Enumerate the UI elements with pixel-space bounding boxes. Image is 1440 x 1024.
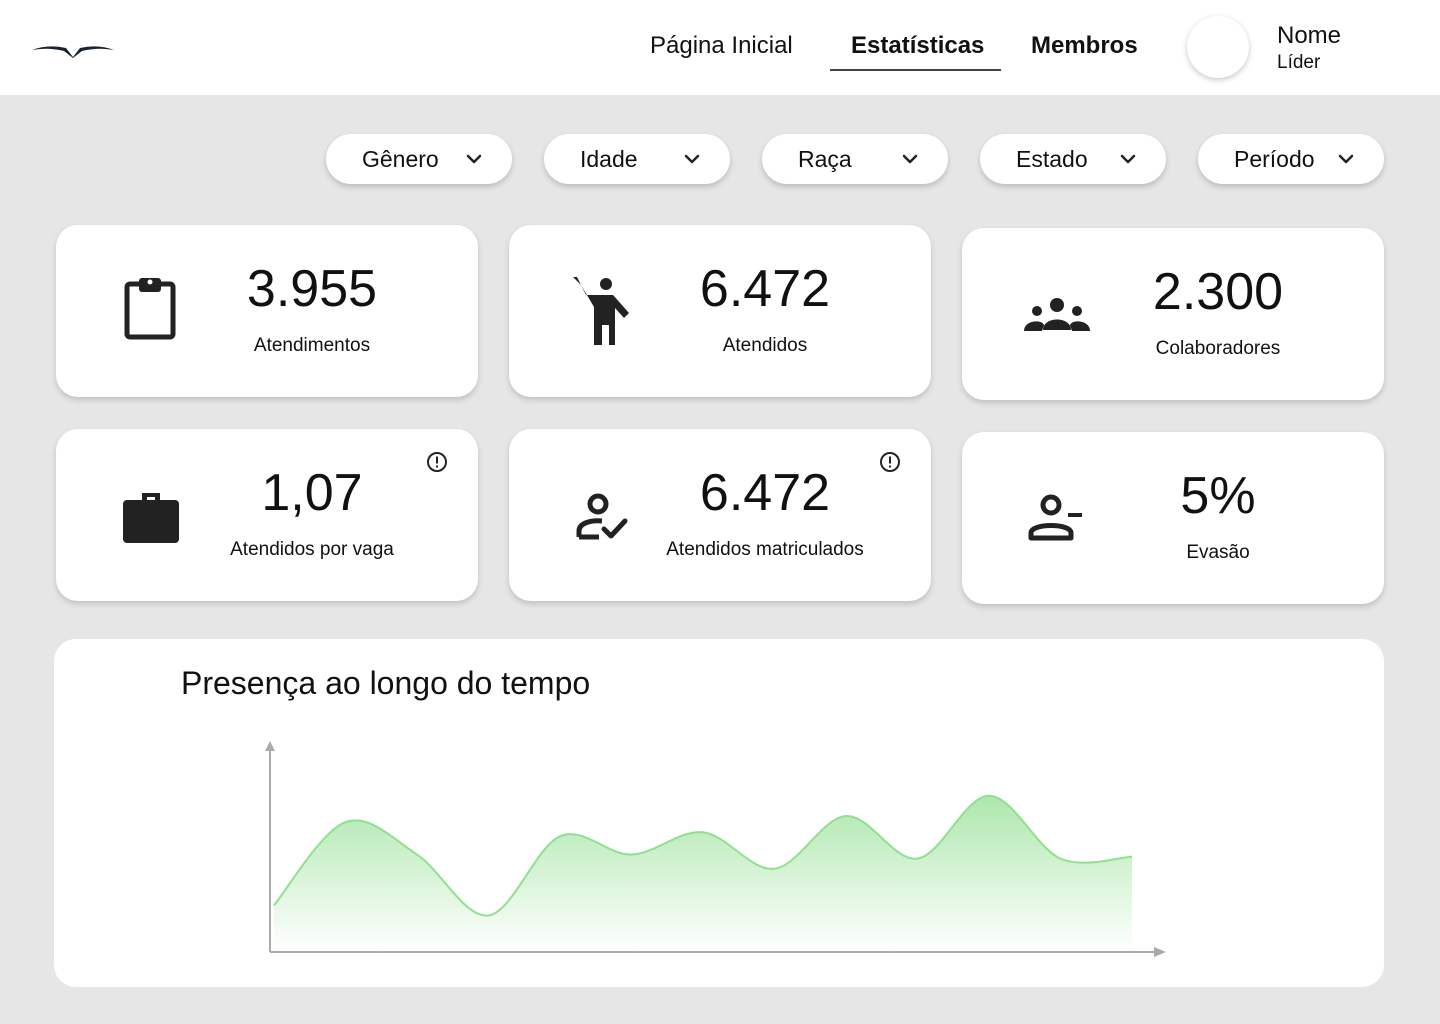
filter-label: Período [1234, 146, 1315, 172]
filter-label: Estado [1016, 146, 1088, 172]
x-axis-arrow [1154, 947, 1166, 957]
attendance-chart-panel: Presença ao longo do tempo [54, 639, 1384, 987]
card-attended: 6.472 Atendidos [509, 225, 931, 397]
filter-race[interactable]: Raça [762, 134, 948, 184]
active-tab-indicator [830, 69, 1001, 71]
info-icon[interactable] [426, 451, 448, 473]
top-header: Página Inicial Estatísticas Membros Nome… [0, 0, 1440, 95]
card-value: 2.300 [1152, 263, 1284, 321]
bird-logo-icon[interactable] [30, 38, 116, 62]
nav-members[interactable]: Membros [1031, 32, 1138, 60]
user-role: Líder [1277, 52, 1321, 73]
nav-statistics[interactable]: Estatísticas [851, 32, 984, 60]
filter-period[interactable]: Período [1198, 134, 1384, 184]
person-waving-icon [573, 277, 629, 345]
card-label: Evasão [1186, 542, 1250, 563]
briefcase-icon [123, 493, 179, 543]
card-label: Atendidos matriculados [666, 539, 864, 560]
card-dropout: 5% Evasão [962, 432, 1384, 604]
filter-label: Raça [798, 146, 852, 172]
avatar[interactable] [1187, 16, 1249, 78]
chevron-down-icon [1120, 154, 1136, 164]
card-label: Atendidos por vaga [230, 539, 394, 560]
card-label: Atendidos [722, 335, 808, 356]
card-collaborators: 2.300 Colaboradores [962, 228, 1384, 400]
filter-label: Gênero [362, 146, 439, 172]
card-value: 1,07 [261, 464, 363, 522]
filter-state[interactable]: Estado [980, 134, 1166, 184]
nav-home[interactable]: Página Inicial [650, 32, 793, 60]
chart-area [274, 795, 1132, 952]
chevron-down-icon [684, 154, 700, 164]
card-value: 6.472 [699, 260, 831, 318]
group-icon [1024, 298, 1090, 331]
card-value: 5% [1180, 467, 1256, 525]
chart-title: Presença ao longo do tempo [181, 665, 591, 701]
card-attended-per-vacancy: 1,07 Atendidos por vaga [56, 429, 478, 601]
clipboard-icon [124, 278, 176, 340]
filter-gender[interactable]: Gênero [326, 134, 512, 184]
card-value: 6.472 [699, 464, 831, 522]
card-label: Atendimentos [253, 335, 371, 356]
card-enrolled: 6.472 Atendidos matriculados [509, 429, 931, 601]
user-name: Nome [1277, 22, 1342, 49]
card-attendances: 3.955 Atendimentos [56, 225, 478, 397]
card-value: 3.955 [246, 260, 378, 318]
chevron-down-icon [466, 154, 482, 164]
info-icon[interactable] [879, 451, 901, 473]
y-axis-arrow [265, 741, 275, 751]
chevron-down-icon [902, 154, 918, 164]
card-label: Colaboradores [1155, 338, 1281, 359]
person-remove-icon [1028, 494, 1082, 541]
filter-label: Idade [580, 146, 638, 172]
filter-age[interactable]: Idade [544, 134, 730, 184]
person-check-icon [576, 493, 628, 540]
chevron-down-icon [1338, 154, 1354, 164]
